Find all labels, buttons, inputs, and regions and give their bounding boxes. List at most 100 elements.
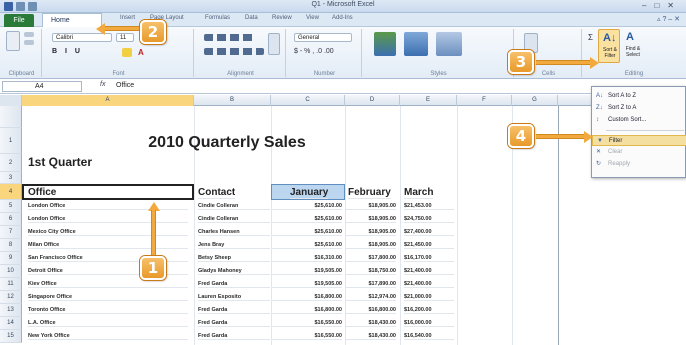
column-header-a[interactable]: A [22,95,194,106]
column-header-f[interactable]: F [457,95,512,106]
copy-icon[interactable] [24,40,34,45]
row-header[interactable]: 11 [0,278,22,291]
cell-march[interactable]: $16,000.00 [404,320,454,327]
autosum-icon[interactable]: Σ [588,33,596,42]
row-header[interactable]: 6 [0,213,22,226]
number-format-select[interactable]: General [294,33,352,42]
column-header-e[interactable]: E [400,95,457,106]
cell-january[interactable]: $25,610.00 [272,216,342,223]
find-select-button[interactable]: A Find & Select [622,29,644,63]
quarter-label[interactable]: 1st Quarter [28,155,92,169]
bold-italic-underline-icon[interactable]: B I U [52,48,112,57]
cell-contact[interactable]: Fred Garda [198,333,270,340]
header-january[interactable]: January [290,187,329,199]
cell-february[interactable]: $18,905.00 [346,216,396,223]
row-header[interactable]: 10 [0,265,22,278]
tab-review[interactable]: Review [272,15,292,21]
font-color-icon[interactable]: A [138,48,148,57]
row-header[interactable]: 4 [0,184,22,200]
cell-february[interactable]: $17,800.00 [346,255,396,262]
column-header-c[interactable]: C [271,95,345,106]
row-header[interactable]: 9 [0,252,22,265]
row-header[interactable]: 12 [0,291,22,304]
cell-february[interactable]: $17,890.00 [346,281,396,288]
formula-input[interactable]: Office [116,82,134,89]
cell-contact[interactable]: Jens Bray [198,242,270,249]
column-header-d[interactable]: D [345,95,400,106]
cell-march[interactable]: $24,750.00 [404,216,454,223]
cell-february[interactable]: $12,974.00 [346,294,396,301]
cell-february[interactable]: $18,430.00 [346,320,396,327]
cell-contact[interactable]: Gladys Mahoney [198,268,270,275]
cell-office[interactable]: London Office [28,203,188,210]
cell-office[interactable]: L.A. Office [28,320,188,327]
cell-february[interactable]: $18,905.00 [346,229,396,236]
tab-formulas[interactable]: Formulas [205,15,230,21]
cell-february[interactable]: $18,430.00 [346,333,396,340]
tab-home[interactable]: Home [42,13,102,28]
header-contact[interactable]: Contact [198,187,236,199]
cell-office[interactable]: London Office [28,216,188,223]
name-box[interactable]: A4 [2,81,82,92]
tab-view[interactable]: View [306,15,319,21]
format-as-table-icon[interactable] [404,32,428,56]
cell-march[interactable]: $21,400.00 [404,268,454,275]
tab-add-ins[interactable]: Add-Ins [332,15,353,21]
menu-item-sort-a-to-z[interactable]: A↓ Sort A to Z [592,91,686,102]
header-march[interactable]: March [404,187,434,199]
row-header[interactable]: 8 [0,239,22,252]
cell-contact[interactable]: Fred Garda [198,307,270,314]
cell-contact[interactable]: Charles Hansen [198,229,270,236]
row-header[interactable]: 5 [0,200,22,213]
cell-january[interactable]: $25,610.00 [272,203,342,210]
cell-february[interactable]: $18,905.00 [346,203,396,210]
font-size-select[interactable]: 11 [116,33,134,42]
cell-january[interactable]: $19,505.00 [272,281,342,288]
menu-item-sort-z-to-a[interactable]: Z↓ Sort Z to A [592,103,686,114]
currency-percent-icons[interactable]: $ - % , .0 .00 [294,48,352,56]
menu-item-custom-sort[interactable]: ↕ Custom Sort... [592,115,686,126]
cell-contact[interactable]: Lauren Esposito [198,294,270,301]
header-february[interactable]: February [348,187,391,199]
menu-item-filter[interactable]: ▼ Filter [592,135,686,146]
cell-march[interactable]: $21,000.00 [404,294,454,301]
cell-office[interactable]: Toronto Office [28,307,188,314]
row-header[interactable]: 3 [0,172,22,184]
cell-office[interactable]: Kiev Office [28,281,188,288]
cell-march[interactable]: $16,540.00 [404,333,454,340]
tab-insert[interactable]: Insert [120,15,135,21]
cell-contact[interactable]: Fred Garda [198,320,270,327]
sheet-title[interactable]: 2010 Quarterly Sales [22,134,432,152]
cell-february[interactable]: $16,800.00 [346,307,396,314]
cell-february[interactable]: $18,905.00 [346,242,396,249]
cell-march[interactable]: $27,400.00 [404,229,454,236]
row-header[interactable]: 2 [0,154,22,172]
cell-office[interactable]: Singapore Office [28,294,188,301]
indent-icons[interactable] [204,48,264,55]
row-header[interactable]: 14 [0,317,22,330]
cell-march[interactable]: $16,200.00 [404,307,454,314]
cell-march[interactable]: $21,400.00 [404,281,454,288]
wrap-text-icon[interactable] [268,33,280,55]
cell-office[interactable]: Mexico City Office [28,229,188,236]
cell-january[interactable]: $16,800.00 [272,307,342,314]
cell-january[interactable]: $16,800.00 [272,294,342,301]
cell-office[interactable]: Milan Office [28,242,188,249]
fill-color-icon[interactable] [122,48,132,57]
row-header[interactable]: 13 [0,304,22,317]
fx-icon[interactable]: fx [100,81,105,88]
column-header-b[interactable]: B [194,95,271,106]
tab-file[interactable]: File [4,14,34,27]
cell-january[interactable]: $16,310.00 [272,255,342,262]
cell-contact[interactable]: Betsy Sheep [198,255,270,262]
row-header[interactable]: 1 [0,128,22,154]
cell-march[interactable]: $16,170.00 [404,255,454,262]
conditional-formatting-icon[interactable] [374,32,396,56]
sort-filter-button[interactable]: A↓ Sort & Filter [598,29,620,63]
paste-icon[interactable] [6,31,20,51]
row-header[interactable]: 15 [0,330,22,343]
cell-january[interactable]: $25,610.00 [272,229,342,236]
cell-march[interactable]: $21,450.00 [404,242,454,249]
cell-january[interactable]: $19,505.00 [272,268,342,275]
cell-january[interactable]: $25,610.00 [272,242,342,249]
